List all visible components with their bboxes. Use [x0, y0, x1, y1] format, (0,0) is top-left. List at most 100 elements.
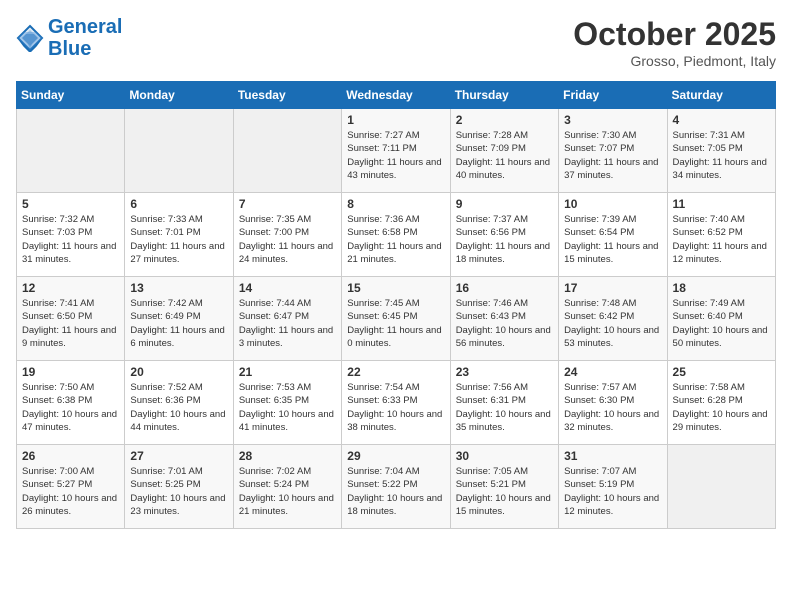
day-info: Sunrise: 7:44 AM Sunset: 6:47 PM Dayligh… — [239, 297, 336, 350]
day-number: 2 — [456, 113, 553, 127]
day-info: Sunrise: 7:28 AM Sunset: 7:09 PM Dayligh… — [456, 129, 553, 182]
day-number: 14 — [239, 281, 336, 295]
day-info: Sunrise: 7:45 AM Sunset: 6:45 PM Dayligh… — [347, 297, 444, 350]
calendar-cell: 19 Sunrise: 7:50 AM Sunset: 6:38 PM Dayli… — [17, 361, 125, 445]
day-number: 4 — [673, 113, 770, 127]
day-number: 31 — [564, 449, 661, 463]
logo-blue: Blue — [48, 38, 91, 60]
calendar-cell: 10 Sunrise: 7:39 AM Sunset: 6:54 PM Dayli… — [559, 193, 667, 277]
day-number: 3 — [564, 113, 661, 127]
day-number: 26 — [22, 449, 119, 463]
day-info: Sunrise: 7:40 AM Sunset: 6:52 PM Dayligh… — [673, 213, 770, 266]
calendar-week-row: 26Sunrise: 7:00 AM Sunset: 5:27 PM Dayli… — [17, 445, 776, 529]
day-info: Sunrise: 7:54 AM Sunset: 6:33 PM Dayligh… — [347, 381, 444, 434]
calendar-cell — [125, 109, 233, 193]
page-header: General Blue October 2025 Grosso, Piedmo… — [16, 16, 776, 69]
day-info: Sunrise: 7:32 AM Sunset: 7:03 PM Dayligh… — [22, 213, 119, 266]
day-info: Sunrise: 7:36 AM Sunset: 6:58 PM Dayligh… — [347, 213, 444, 266]
calendar-cell: 3Sunrise: 7:30 AM Sunset: 7:07 PM Daylig… — [559, 109, 667, 193]
day-number: 5 — [22, 197, 119, 211]
calendar-cell: 23 Sunrise: 7:56 AM Sunset: 6:31 PM Dayli… — [450, 361, 558, 445]
calendar-table: SundayMondayTuesdayWednesdayThursdayFrid… — [16, 81, 776, 529]
day-info: Sunrise: 7:07 AM Sunset: 5:19 PM Dayligh… — [564, 465, 661, 518]
day-info: Sunrise: 7:52 AM Sunset: 6:36 PM Dayligh… — [130, 381, 227, 434]
header-day-friday: Friday — [559, 82, 667, 109]
calendar-cell: 26Sunrise: 7:00 AM Sunset: 5:27 PM Dayli… — [17, 445, 125, 529]
day-info: Sunrise: 7:02 AM Sunset: 5:24 PM Dayligh… — [239, 465, 336, 518]
day-number: 9 — [456, 197, 553, 211]
day-info: Sunrise: 7:57 AM Sunset: 6:30 PM Dayligh… — [564, 381, 661, 434]
calendar-week-row: 19 Sunrise: 7:50 AM Sunset: 6:38 PM Dayli… — [17, 361, 776, 445]
calendar-cell: 22 Sunrise: 7:54 AM Sunset: 6:33 PM Dayli… — [342, 361, 450, 445]
header-day-saturday: Saturday — [667, 82, 775, 109]
calendar-cell: 30 Sunrise: 7:05 AM Sunset: 5:21 PM Dayli… — [450, 445, 558, 529]
calendar-cell: 11 Sunrise: 7:40 AM Sunset: 6:52 PM Dayli… — [667, 193, 775, 277]
calendar-cell: 15 Sunrise: 7:45 AM Sunset: 6:45 PM Dayli… — [342, 277, 450, 361]
day-info: Sunrise: 7:05 AM Sunset: 5:21 PM Dayligh… — [456, 465, 553, 518]
calendar-cell: 7 Sunrise: 7:35 AM Sunset: 7:00 PM Daylig… — [233, 193, 341, 277]
day-info: Sunrise: 7:41 AM Sunset: 6:50 PM Dayligh… — [22, 297, 119, 350]
calendar-cell: 27 Sunrise: 7:01 AM Sunset: 5:25 PM Dayli… — [125, 445, 233, 529]
day-number: 28 — [239, 449, 336, 463]
day-number: 27 — [130, 449, 227, 463]
day-info: Sunrise: 7:49 AM Sunset: 6:40 PM Dayligh… — [673, 297, 770, 350]
calendar-cell: 1Sunrise: 7:27 AM Sunset: 7:11 PM Daylig… — [342, 109, 450, 193]
calendar-cell: 28 Sunrise: 7:02 AM Sunset: 5:24 PM Dayli… — [233, 445, 341, 529]
day-number: 12 — [22, 281, 119, 295]
day-number: 25 — [673, 365, 770, 379]
day-number: 22 — [347, 365, 444, 379]
day-number: 18 — [673, 281, 770, 295]
calendar-cell — [667, 445, 775, 529]
calendar-cell: 16Sunrise: 7:46 AM Sunset: 6:43 PM Dayli… — [450, 277, 558, 361]
day-number: 13 — [130, 281, 227, 295]
calendar-cell: 2 Sunrise: 7:28 AM Sunset: 7:09 PM Daylig… — [450, 109, 558, 193]
day-info: Sunrise: 7:04 AM Sunset: 5:22 PM Dayligh… — [347, 465, 444, 518]
calendar-cell: 20 Sunrise: 7:52 AM Sunset: 6:36 PM Dayli… — [125, 361, 233, 445]
day-number: 10 — [564, 197, 661, 211]
calendar-cell: 9 Sunrise: 7:37 AM Sunset: 6:56 PM Daylig… — [450, 193, 558, 277]
calendar-cell: 25Sunrise: 7:58 AM Sunset: 6:28 PM Dayli… — [667, 361, 775, 445]
day-info: Sunrise: 7:33 AM Sunset: 7:01 PM Dayligh… — [130, 213, 227, 266]
day-info: Sunrise: 7:50 AM Sunset: 6:38 PM Dayligh… — [22, 381, 119, 434]
day-number: 11 — [673, 197, 770, 211]
calendar-cell: 31 Sunrise: 7:07 AM Sunset: 5:19 PM Dayli… — [559, 445, 667, 529]
location: Grosso, Piedmont, Italy — [573, 53, 776, 69]
calendar-week-row: 1Sunrise: 7:27 AM Sunset: 7:11 PM Daylig… — [17, 109, 776, 193]
calendar-week-row: 5 Sunrise: 7:32 AM Sunset: 7:03 PM Daylig… — [17, 193, 776, 277]
day-number: 23 — [456, 365, 553, 379]
calendar-cell: 29 Sunrise: 7:04 AM Sunset: 5:22 PM Dayli… — [342, 445, 450, 529]
day-number: 7 — [239, 197, 336, 211]
day-info: Sunrise: 7:01 AM Sunset: 5:25 PM Dayligh… — [130, 465, 227, 518]
day-info: Sunrise: 7:56 AM Sunset: 6:31 PM Dayligh… — [456, 381, 553, 434]
day-number: 17 — [564, 281, 661, 295]
day-info: Sunrise: 7:35 AM Sunset: 7:00 PM Dayligh… — [239, 213, 336, 266]
day-number: 6 — [130, 197, 227, 211]
calendar-week-row: 12 Sunrise: 7:41 AM Sunset: 6:50 PM Dayli… — [17, 277, 776, 361]
title-block: October 2025 Grosso, Piedmont, Italy — [573, 16, 776, 69]
day-info: Sunrise: 7:37 AM Sunset: 6:56 PM Dayligh… — [456, 213, 553, 266]
calendar-cell — [233, 109, 341, 193]
day-info: Sunrise: 7:39 AM Sunset: 6:54 PM Dayligh… — [564, 213, 661, 266]
day-info: Sunrise: 7:27 AM Sunset: 7:11 PM Dayligh… — [347, 129, 444, 182]
calendar-cell: 17Sunrise: 7:48 AM Sunset: 6:42 PM Dayli… — [559, 277, 667, 361]
header-day-monday: Monday — [125, 82, 233, 109]
logo: General Blue — [16, 16, 122, 60]
day-number: 8 — [347, 197, 444, 211]
day-number: 29 — [347, 449, 444, 463]
header-day-thursday: Thursday — [450, 82, 558, 109]
header-day-tuesday: Tuesday — [233, 82, 341, 109]
calendar-cell: 21Sunrise: 7:53 AM Sunset: 6:35 PM Dayli… — [233, 361, 341, 445]
day-number: 20 — [130, 365, 227, 379]
day-number: 19 — [22, 365, 119, 379]
day-info: Sunrise: 7:42 AM Sunset: 6:49 PM Dayligh… — [130, 297, 227, 350]
header-day-sunday: Sunday — [17, 82, 125, 109]
day-number: 16 — [456, 281, 553, 295]
calendar-cell: 4Sunrise: 7:31 AM Sunset: 7:05 PM Daylig… — [667, 109, 775, 193]
day-number: 30 — [456, 449, 553, 463]
calendar-cell: 6 Sunrise: 7:33 AM Sunset: 7:01 PM Daylig… — [125, 193, 233, 277]
calendar-cell: 14 Sunrise: 7:44 AM Sunset: 6:47 PM Dayli… — [233, 277, 341, 361]
calendar-cell: 13 Sunrise: 7:42 AM Sunset: 6:49 PM Dayli… — [125, 277, 233, 361]
day-number: 15 — [347, 281, 444, 295]
calendar-cell: 24Sunrise: 7:57 AM Sunset: 6:30 PM Dayli… — [559, 361, 667, 445]
day-info: Sunrise: 7:53 AM Sunset: 6:35 PM Dayligh… — [239, 381, 336, 434]
